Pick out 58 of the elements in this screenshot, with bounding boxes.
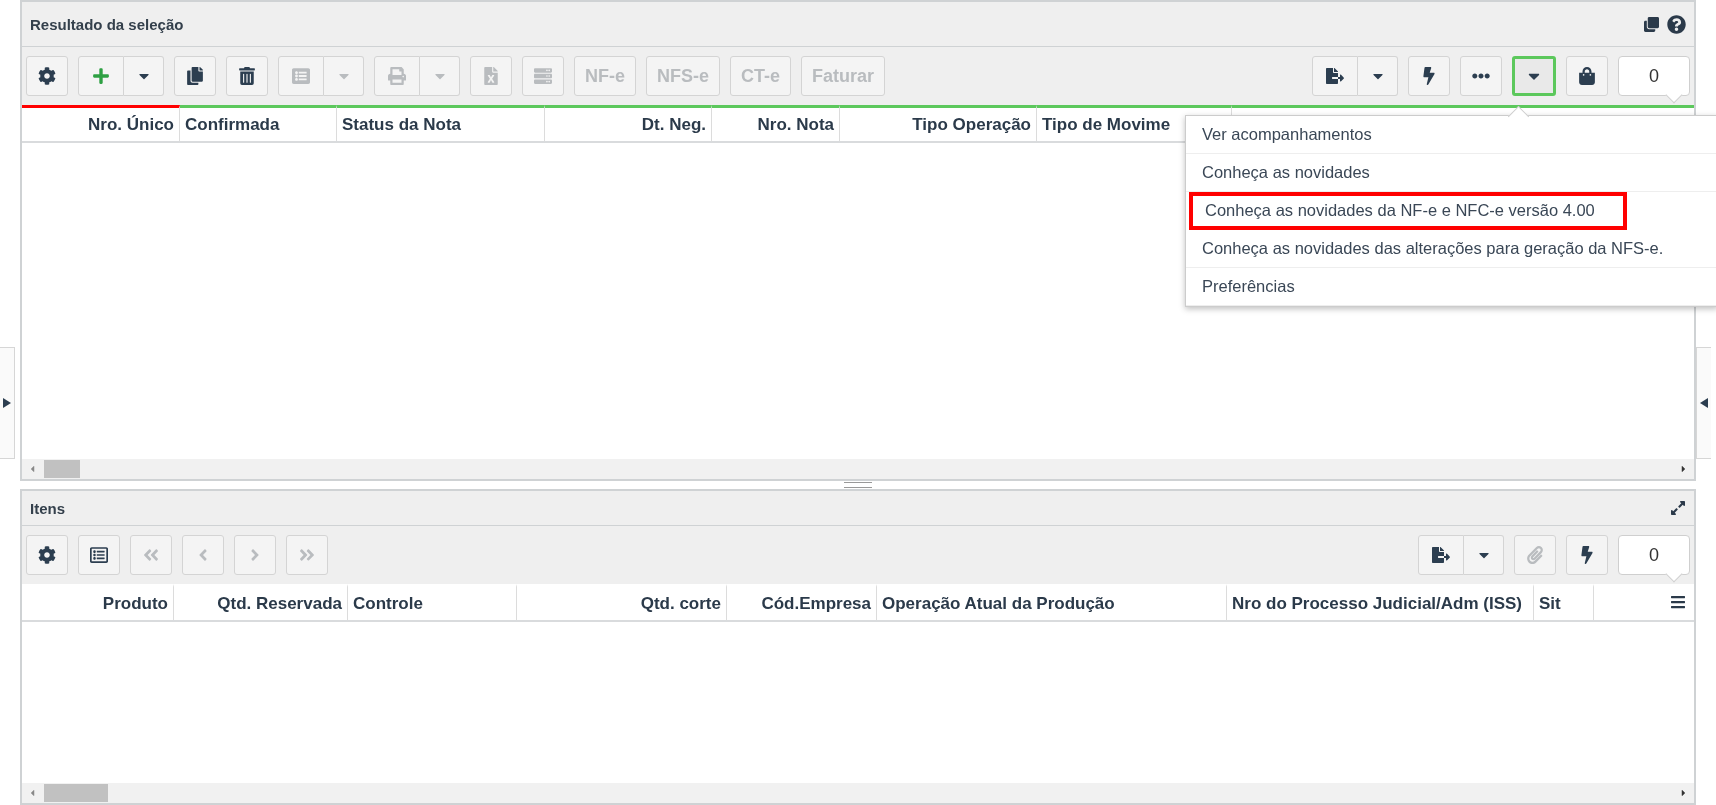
lightning-button[interactable] <box>1566 535 1608 576</box>
print-icon <box>388 67 406 85</box>
panel-title: Resultado da seleção <box>30 15 184 33</box>
horizontal-scrollbar[interactable] <box>22 459 1694 480</box>
export-button[interactable] <box>1418 535 1464 576</box>
bag-icon <box>1578 67 1596 85</box>
lightning-icon <box>1578 546 1596 565</box>
menu-item[interactable]: Ver acompanhamentos <box>1186 116 1716 154</box>
column-header[interactable]: Nro do Processo Judicial/Adm (ISS) <box>1227 584 1534 621</box>
settings-icon <box>38 67 56 85</box>
list-icon <box>292 67 310 85</box>
bag-button[interactable] <box>1566 56 1608 96</box>
lightning-icon <box>1420 67 1438 85</box>
windows-icon[interactable] <box>1644 16 1659 32</box>
column-header[interactable]: Qtd. Reservada <box>174 584 348 621</box>
scroll-thumb[interactable] <box>44 784 108 802</box>
menu-item[interactable]: Conheça as novidades da NF-e e NFC-e versão 4.00 <box>1189 192 1627 230</box>
list-button[interactable] <box>78 535 120 576</box>
column-header[interactable]: Controle <box>348 584 517 621</box>
stack-icon <box>534 67 552 85</box>
column-header[interactable]: Operação Atual da Produção <box>877 584 1227 621</box>
paperclip-icon <box>1526 546 1544 565</box>
export-icon <box>1326 67 1344 85</box>
settings-button[interactable] <box>26 535 68 576</box>
export-icon <box>1432 546 1450 565</box>
ellipsis-button[interactable] <box>1460 56 1502 96</box>
column-header[interactable]: Produto <box>22 584 174 621</box>
expand-icon[interactable] <box>1670 500 1686 517</box>
list-icon <box>90 546 108 565</box>
plus-button[interactable] <box>78 56 124 96</box>
count-field[interactable]: 0 <box>1618 535 1690 576</box>
panel-title: Itens <box>30 499 65 517</box>
column-header[interactable]: Sit <box>1534 584 1594 621</box>
collapse-tab[interactable] <box>0 346 15 459</box>
menu-item[interactable]: Preferências <box>1186 268 1716 306</box>
menu-item[interactable]: Conheça as novidades das alterações para geração da NFS-e. <box>1186 230 1716 268</box>
expand-right-icon <box>3 397 11 408</box>
help-icon[interactable] <box>1667 14 1686 34</box>
menu-icon[interactable] <box>1670 594 1686 611</box>
menu-item[interactable]: Conheça as novidades <box>1186 154 1716 192</box>
dropdown-button[interactable] <box>1512 56 1556 96</box>
trash-button[interactable] <box>226 56 268 96</box>
trash-icon <box>238 67 256 85</box>
copy-icon <box>186 67 204 85</box>
copy-button[interactable] <box>174 56 216 96</box>
collapse-tab[interactable] <box>1696 346 1711 459</box>
expand-left-icon <box>1700 397 1708 408</box>
horizontal-scrollbar[interactable] <box>22 783 1694 803</box>
export-button[interactable] <box>1312 56 1358 96</box>
settings-button[interactable] <box>26 56 68 96</box>
plus-icon <box>92 67 110 85</box>
settings-icon <box>38 546 56 565</box>
lightning-button[interactable] <box>1408 56 1450 96</box>
document-icon <box>482 67 500 85</box>
scroll-thumb[interactable] <box>44 460 80 479</box>
column-header[interactable]: Qtd. corte <box>517 584 727 621</box>
column-header[interactable]: Cód.Empresa <box>727 584 877 621</box>
count-field[interactable]: 0 <box>1618 56 1690 96</box>
